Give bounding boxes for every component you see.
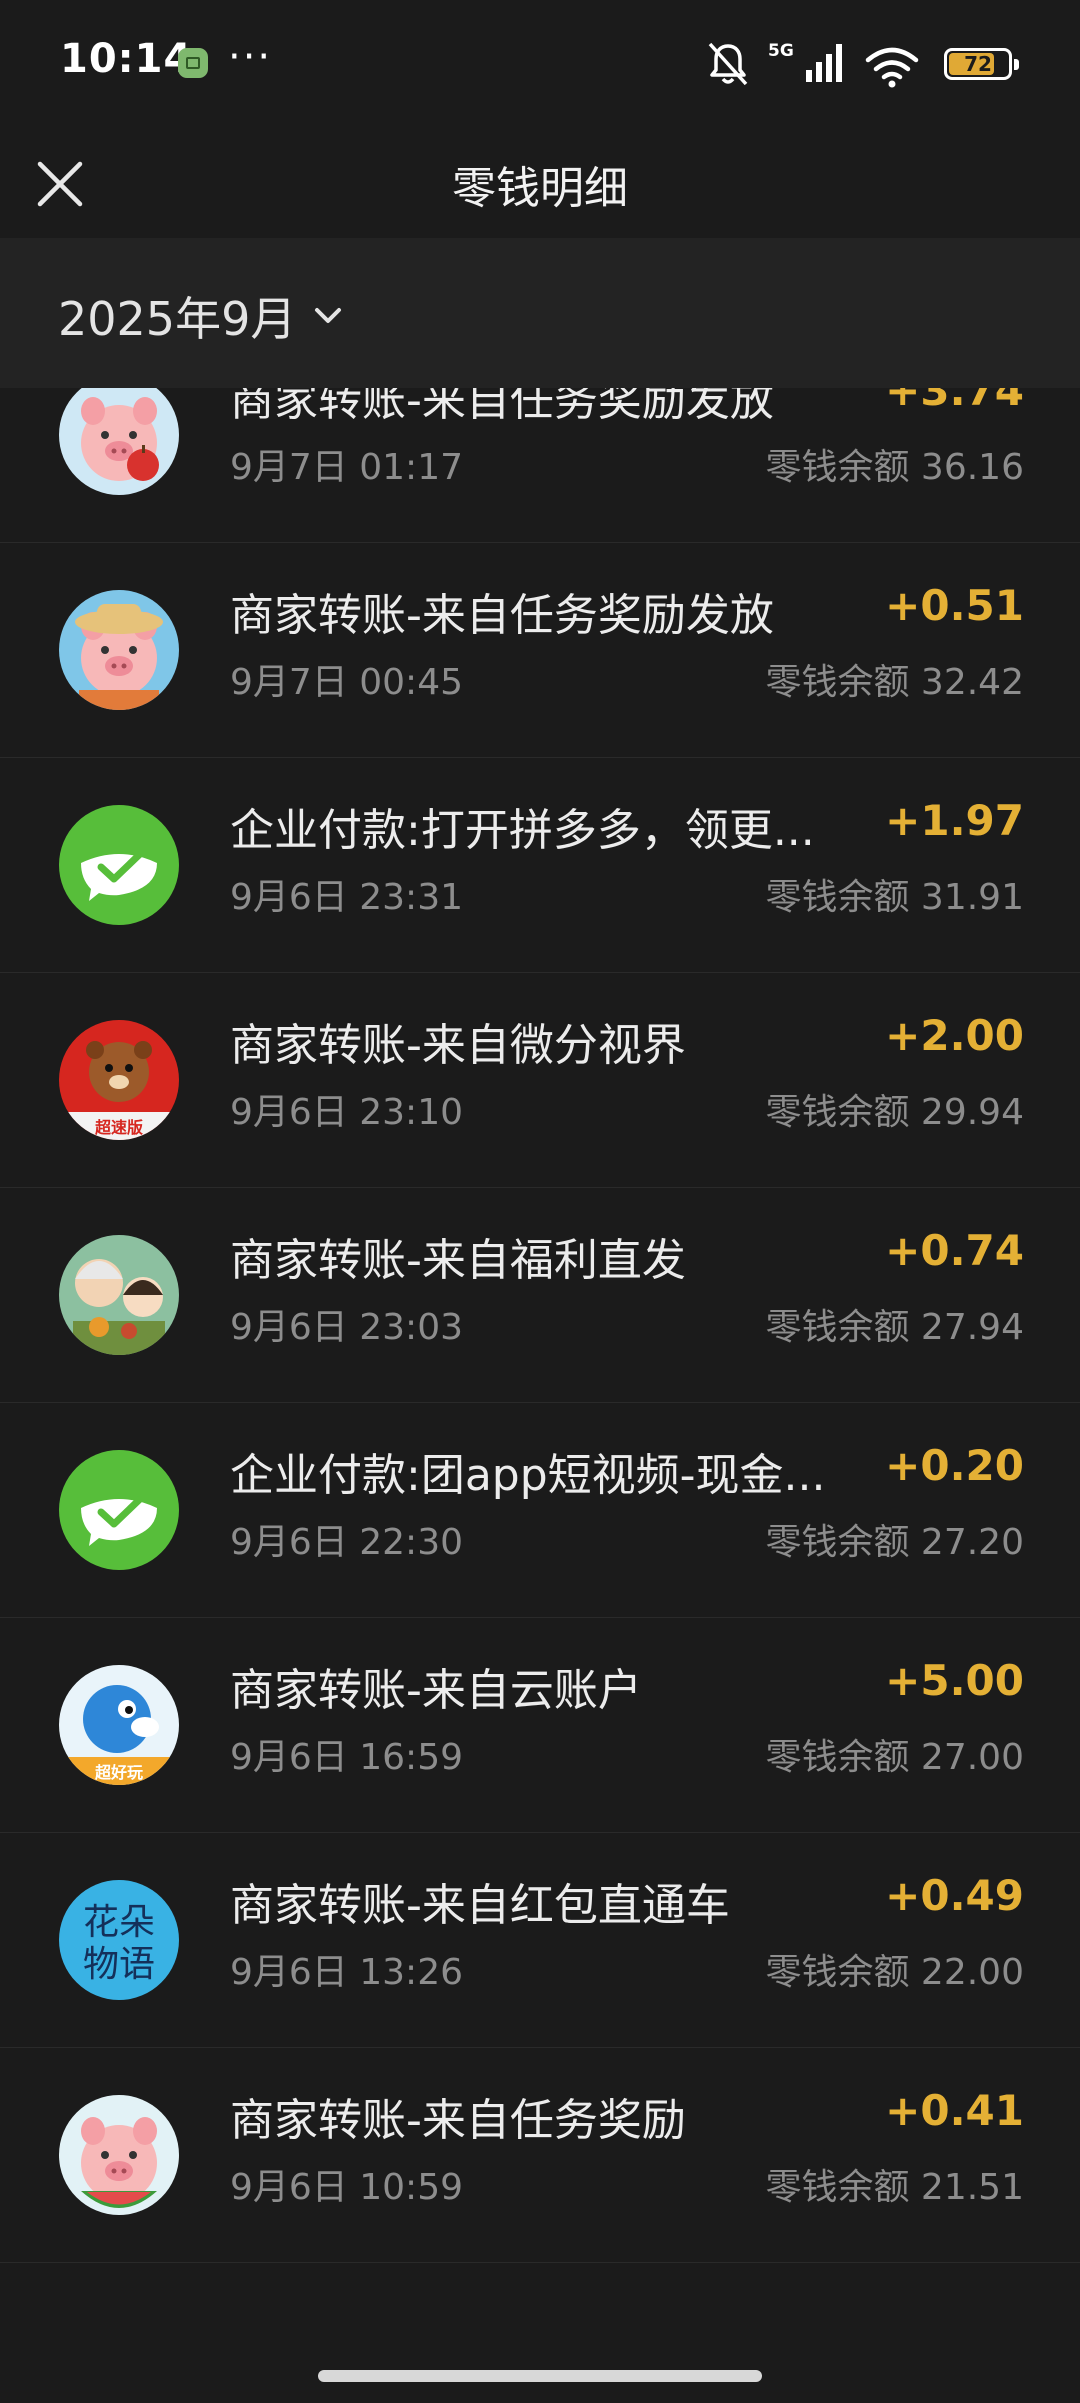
transaction-title: 商家转账-来自福利直发 [230,1235,686,1286]
transaction-time: 9月6日 10:59 [230,2167,463,2208]
transaction-amount: +0.41 [885,2086,1024,2135]
transaction-balance: 零钱余额 27.00 [765,1737,1024,1778]
status-time: 10:14 [60,36,193,82]
transaction-time: 9月6日 23:03 [230,1307,463,1348]
signal-5g-icon: 5G [768,41,842,82]
app-notification-icon [178,48,208,78]
svg-text:花朵: 花朵 [83,1902,155,1943]
pig-apple-avatar [59,388,179,495]
transaction-row[interactable]: 超好玩 商家转账-来自云账户 +5.00 9月6日 16:59 零钱余额 27.00 [0,1618,1080,1833]
wechat-pay-avatar [59,805,179,925]
svg-text:超好玩: 超好玩 [94,1763,143,1782]
transaction-title: 商家转账-来自任务奖励 [230,2095,686,2146]
more-notifications-icon: ··· [228,34,273,80]
navigation-header: 零钱明细 [0,130,1080,238]
pig-hat-avatar [59,590,179,710]
transaction-title: 企业付款:打开拼多多，领更... [230,805,815,856]
transaction-title: 商家转账-来自任务奖励发放 [230,590,774,641]
transaction-row[interactable]: 商家转账-来自任务奖励发放 +0.51 9月7日 00:45 零钱余额 32.42 [0,543,1080,758]
status-bar: 10:14 ··· 5G 72 [0,0,1080,130]
transaction-title: 商家转账-来自微分视界 [230,1020,686,1071]
transaction-row[interactable]: 商家转账-来自任务奖励 +0.41 9月6日 10:59 零钱余额 21.51 [0,2048,1080,2263]
status-icons: 5G 72 [680,40,1020,90]
family-avatar [59,1235,179,1355]
transaction-time: 9月7日 00:45 [230,662,463,703]
dino-avatar: 超好玩 [59,1665,179,1785]
transaction-amount: +0.51 [885,581,1024,630]
transaction-row[interactable]: 企业付款:打开拼多多，领更... +1.97 9月6日 23:31 零钱余额 31.9… [0,758,1080,973]
pig-watermelon-avatar [59,2095,179,2215]
transaction-balance: 零钱余额 32.42 [765,662,1024,703]
transaction-time: 9月6日 13:26 [230,1952,463,1993]
svg-text:物语: 物语 [83,1944,155,1985]
month-filter-bar: 2025年9月 [0,238,1080,388]
beaver-avatar: 超速版 [59,1020,179,1140]
text-avatar: 花朵 物语 [59,1880,179,2000]
transaction-row[interactable]: 商家转账-来自福利直发 +0.74 9月6日 23:03 零钱余额 27.94 [0,1188,1080,1403]
transaction-title: 商家转账-来自红包直通车 [230,1880,730,1931]
home-indicator[interactable] [318,2370,762,2382]
transaction-row[interactable]: 花朵 物语 商家转账-来自红包直通车 +0.49 9月6日 13:26 零钱余额 22.… [0,1833,1080,2048]
network-type: 5G [768,41,794,61]
transaction-time: 9月7日 01:17 [230,447,463,488]
transaction-row[interactable]: 企业付款:团app短视频-现金... +0.20 9月6日 22:30 零钱余额 27… [0,1403,1080,1618]
transaction-balance: 零钱余额 29.94 [765,1092,1024,1133]
transaction-time: 9月6日 23:31 [230,877,463,918]
svg-text:超速版: 超速版 [94,1118,143,1137]
transaction-balance: 零钱余额 22.00 [765,1952,1024,1993]
transaction-time: 9月6日 22:30 [230,1522,463,1563]
transaction-balance: 零钱余额 27.20 [765,1522,1024,1563]
transaction-amount: +5.00 [885,1656,1024,1705]
transaction-time: 9月6日 16:59 [230,1737,463,1778]
transaction-amount: +1.97 [885,796,1024,845]
battery-percent: 72 [964,52,992,76]
transaction-amount: +2.00 [885,1011,1024,1060]
transaction-amount: +0.20 [885,1441,1024,1490]
transaction-balance: 零钱余额 31.91 [765,877,1024,918]
transaction-title: 商家转账-来自任务奖励发放 [230,388,774,426]
battery-icon: 72 [944,48,1019,80]
transaction-balance: 零钱余额 36.16 [765,447,1024,488]
transaction-balance: 零钱余额 21.51 [765,2167,1024,2208]
transaction-row[interactable]: 商家转账-来自任务奖励发放 +3.74 9月7日 01:17 零钱余额 36.16 [0,388,1080,543]
transaction-amount: +0.74 [885,1226,1024,1275]
bell-muted-icon [708,42,748,86]
wifi-icon [865,47,919,88]
month-label: 2025年9月 [58,292,297,346]
transaction-row[interactable]: 超速版 商家转账-来自微分视界 +2.00 9月6日 23:10 零钱余额 29.94 [0,973,1080,1188]
month-selector[interactable]: 2025年9月 [58,286,348,346]
page-title: 零钱明细 [452,163,628,214]
transaction-title: 企业付款:团app短视频-现金... [230,1450,826,1501]
transaction-amount: +3.74 [885,388,1024,415]
wechat-pay-avatar [59,1450,179,1570]
transaction-title: 商家转账-来自云账户 [230,1665,642,1716]
transaction-list[interactable]: 商家转账-来自任务奖励发放 +3.74 9月7日 01:17 零钱余额 36.16 商… [0,388,1080,2348]
transaction-amount: +0.49 [885,1871,1024,1920]
transaction-time: 9月6日 23:10 [230,1092,463,1133]
chevron-down-icon [315,308,342,323]
transaction-balance: 零钱余额 27.94 [765,1307,1024,1348]
